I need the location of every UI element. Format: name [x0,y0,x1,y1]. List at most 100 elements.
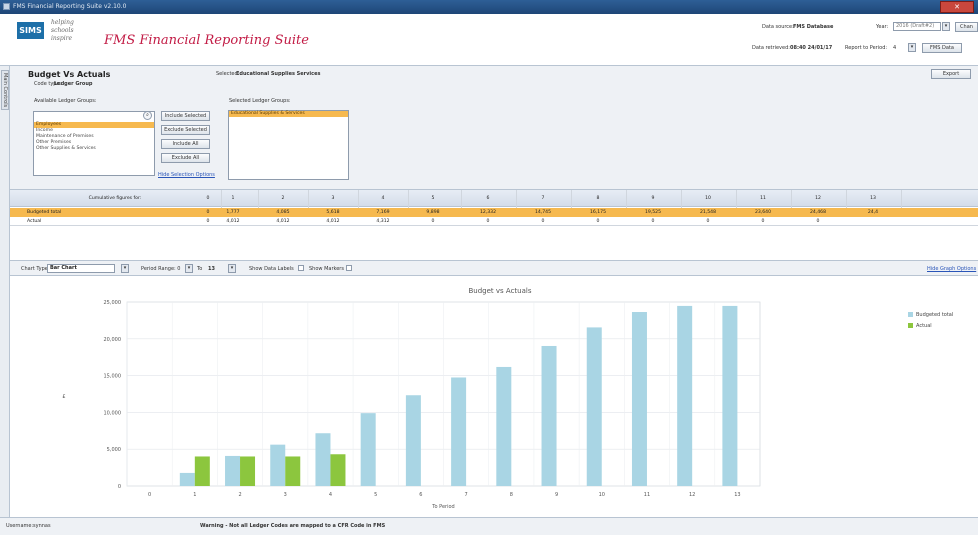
table-cell: 5,618 [326,210,340,215]
include-all-button[interactable]: Include All [161,139,210,149]
legend-entry: Actual [916,323,932,329]
data-retrieved-label: Data retrieved: [752,45,790,51]
selected-groups-list[interactable]: Educational Supplies & Services [228,110,349,180]
year-select[interactable]: 2016 (Draft#2) [893,22,941,31]
chevron-down-icon[interactable]: ▾ [908,43,916,52]
show-markers-label: Show Markers [309,266,344,272]
table-cell: 12,332 [479,210,497,215]
chevron-down-icon[interactable]: ▾ [228,264,236,273]
y-tick-label: 0 [118,484,121,490]
table-row[interactable]: Budgeted total 0 1,777 4,085 5,618 7,169 9,89… [10,208,978,217]
available-groups-list[interactable]: Employees Income Maintenance of Premises Ot… [33,111,155,176]
bar-actual [330,454,346,486]
column-header: 13 [870,196,876,201]
table-cell: 0 [651,219,655,224]
table-cell: 7,169 [376,210,390,215]
panel-title: Budget Vs Actuals [28,70,111,79]
main-controls-tab[interactable]: Main Controls [1,70,9,110]
x-tick-label: 6 [419,492,422,498]
chevron-down-icon[interactable]: ▾ [185,264,193,273]
table-cell: 16,175 [589,210,607,215]
change-year-button[interactable]: Chan [955,22,978,32]
y-tick-label: 20,000 [104,337,122,343]
available-groups-label: Available Ledger Groups: [34,98,97,104]
x-tick-label: 8 [510,492,513,498]
search-icon[interactable]: ⌕ [143,111,152,120]
x-tick-label: 7 [465,492,468,498]
chevron-down-icon[interactable]: ▾ [942,22,950,31]
close-window-button[interactable]: ✕ [940,1,974,13]
column-header: 7 [541,196,545,201]
bar-budgeted [315,433,331,486]
column-header: 11 [760,196,766,201]
table-cell: 0 [816,219,820,224]
bar-budgeted [405,395,421,486]
window-title: FMS Financial Reporting Suite v2.10.0 [13,3,127,10]
period-range-label: Period Range: 0 [141,266,181,272]
legend-entry: Budgeted total [916,312,953,318]
code-type-value: Ledger Group [54,81,93,87]
x-tick-label: 3 [284,492,287,498]
column-header: 1 [231,196,235,201]
exclude-all-button[interactable]: Exclude All [161,153,210,163]
bar-actual [194,456,210,486]
bar-budgeted [179,472,195,486]
table-cell: 23,640 [754,210,772,215]
bar-actual [285,456,301,486]
x-axis-label: To Period [431,504,454,510]
include-selected-button[interactable]: Include Selected [161,111,210,121]
y-tick-label: 5,000 [107,447,121,453]
x-tick-label: 13 [734,492,740,498]
app-icon [3,3,10,10]
row-label: Budgeted total [27,210,62,215]
table-cell: 4,312 [376,219,390,224]
row-label: Actual [27,219,42,224]
x-tick-label: 10 [599,492,605,498]
column-header: 2 [281,196,285,201]
data-source-value: FMS Database [793,24,834,30]
side-tab-strip: Main Controls [0,66,10,517]
x-tick-label: 1 [193,492,196,498]
export-button[interactable]: Export [931,69,971,79]
period-to-label: To [197,266,203,272]
x-tick-label: 0 [148,492,151,498]
report-period-label: Report to Period: [845,45,888,51]
grid-header-label: Cumulative figures for: [88,196,142,201]
table-cell: 1,777 [226,210,240,215]
bar-budgeted [451,377,467,486]
show-data-labels-checkbox[interactable] [298,265,304,271]
cumulative-figures-grid: Cumulative figures for: 0 1 2 3 4 5 6 7 8 9 10 11 12… [10,190,978,261]
column-header: 10 [705,196,711,201]
chevron-down-icon[interactable]: ▾ [121,264,129,273]
list-item[interactable]: Other Supplies & Services [34,146,154,152]
y-tick-label: 25,000 [104,300,122,306]
x-tick-label: 9 [555,492,558,498]
chart-type-select[interactable]: Bar Chart [47,264,115,273]
exclude-selected-button[interactable]: Exclude Selected [161,125,210,135]
show-markers-checkbox[interactable] [346,265,352,271]
table-cell: 21,548 [699,210,717,215]
hide-selection-options-link[interactable]: Hide Selection Options [158,172,215,178]
column-header: 8 [596,196,600,201]
selected-value: Educational Supplies Services [236,71,321,77]
table-cell: 9,898 [426,210,440,215]
fms-data-button[interactable]: FMS Data [922,43,962,53]
x-tick-label: 11 [644,492,650,498]
bar-budgeted [360,413,376,486]
table-cell: 4,085 [276,210,290,215]
list-item[interactable]: Educational Supplies & Services [229,111,348,117]
table-row[interactable]: Actual 0 4,012 4,012 4,012 4,312 0 0 0 0 0 0 0 0 [10,217,978,226]
data-retrieved-value: 08:40 24/01/17 [790,45,833,51]
data-source-label: Data source: [762,24,794,30]
period-to-value[interactable]: 13 [208,266,215,272]
chart-area: Budget vs Actuals 0 5,000 10,000 15,000 20,0… [10,276,978,517]
hide-graph-options-link[interactable]: Hide Graph Options [927,266,976,272]
sims-logo: SIMS [17,22,44,39]
tagline: helping schools inspire [51,19,74,42]
y-tick-label: 10,000 [104,410,122,416]
bar-budgeted [677,305,693,486]
table-cell: 0 [431,219,435,224]
report-period-value[interactable]: 4 [893,45,896,51]
y-axis-label: £ [62,394,65,400]
table-cell: 4,012 [326,219,340,224]
